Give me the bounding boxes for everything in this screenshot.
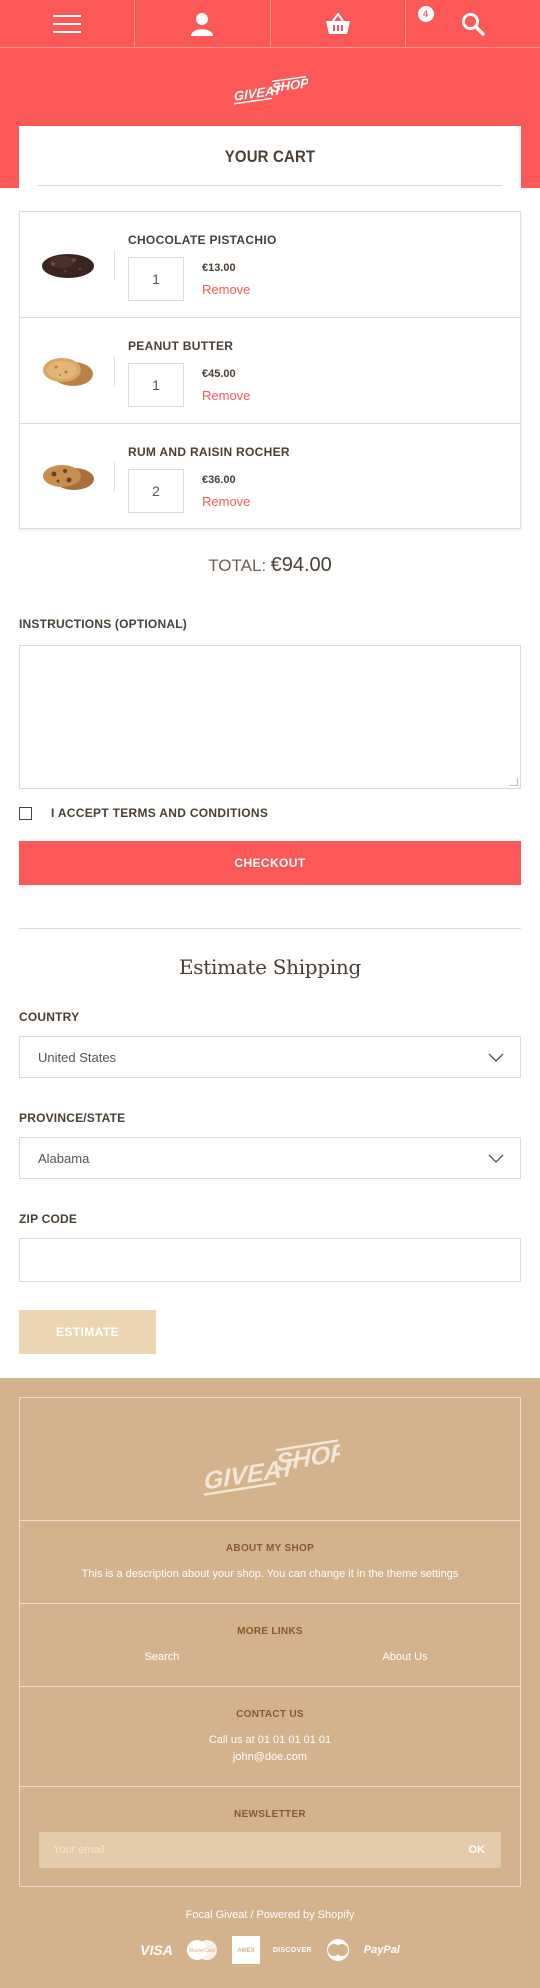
divider bbox=[114, 250, 115, 280]
cart-item: CHOCOLATE PISTACHIO 1 €13.00 Remove bbox=[20, 212, 520, 318]
product-name[interactable]: CHOCOLATE PISTACHIO bbox=[128, 233, 277, 247]
about-section: ABOUT MY SHOP This is a description abou… bbox=[20, 1521, 520, 1604]
contact-phone: Call us at 01 01 01 01 01 bbox=[208, 1734, 332, 1746]
payment-icons: VISA MasterCard AMEX DISCOVER Diners Pay… bbox=[0, 1935, 540, 1965]
about-title: ABOUT MY SHOP bbox=[225, 1543, 315, 1554]
links-title: MORE LINKS bbox=[237, 1626, 303, 1637]
footer-box: GIVEAT SHOP ABOUT MY SHOP This is a desc… bbox=[19, 1397, 521, 1887]
product-image[interactable] bbox=[38, 244, 98, 284]
total-value: €94.00 bbox=[270, 554, 332, 576]
province-label: PROVINCE/STATE bbox=[19, 1111, 126, 1125]
zip-input[interactable] bbox=[19, 1238, 521, 1282]
resize-grip-icon[interactable] bbox=[510, 778, 518, 786]
menu-button[interactable] bbox=[0, 0, 136, 47]
remove-link[interactable]: Remove bbox=[202, 494, 250, 509]
divider bbox=[114, 462, 115, 492]
product-price: €13.00 bbox=[202, 262, 236, 274]
remove-link[interactable]: Remove bbox=[202, 388, 250, 403]
divider bbox=[19, 928, 521, 929]
cart-items: CHOCOLATE PISTACHIO 1 €13.00 Remove PEAN… bbox=[19, 211, 521, 529]
quantity-input[interactable]: 2 bbox=[128, 469, 184, 513]
contact-email[interactable]: john@doe.com bbox=[20, 1751, 520, 1763]
search-icon bbox=[461, 12, 485, 36]
footer: GIVEAT SHOP ABOUT MY SHOP This is a desc… bbox=[0, 1378, 540, 1988]
divider bbox=[114, 356, 115, 386]
search-button[interactable] bbox=[406, 0, 540, 47]
country-label: COUNTRY bbox=[19, 1010, 80, 1024]
diners-icon: Diners bbox=[326, 1939, 349, 1961]
terms-label[interactable]: I ACCEPT TERMS AND CONDITIONS bbox=[51, 806, 268, 820]
total-label: TOTAL: bbox=[208, 556, 267, 575]
product-image[interactable] bbox=[38, 350, 98, 390]
newsletter-email-input[interactable]: Your email OK bbox=[39, 1832, 501, 1868]
contact-section: CONTACT US Call us at 01 01 01 01 01 joh… bbox=[20, 1687, 520, 1787]
product-name[interactable]: RUM AND RAISIN ROCHER bbox=[128, 445, 290, 459]
contact-title: CONTACT US bbox=[236, 1709, 304, 1720]
newsletter-placeholder: Your email bbox=[53, 1844, 105, 1856]
page-title: YOUR CART bbox=[224, 147, 316, 166]
svg-text:AMEX: AMEX bbox=[237, 1948, 254, 1954]
quantity-input[interactable]: 1 bbox=[128, 363, 184, 407]
user-icon bbox=[191, 12, 214, 36]
svg-text:MasterCard: MasterCard bbox=[189, 1948, 215, 1954]
product-image[interactable] bbox=[38, 456, 98, 496]
account-button[interactable] bbox=[135, 0, 271, 47]
instructions-textarea[interactable] bbox=[19, 645, 521, 789]
product-price: €45.00 bbox=[202, 368, 236, 380]
estimate-shipping-title: Estimate Shipping bbox=[179, 955, 361, 979]
instructions-label: INSTRUCTIONS (OPTIONAL) bbox=[19, 617, 187, 631]
terms-checkbox[interactable] bbox=[19, 806, 32, 820]
mastercard-icon: MasterCard bbox=[186, 1940, 217, 1960]
paypal-icon: PayPal bbox=[363, 1944, 400, 1956]
cart-button[interactable]: 4 bbox=[271, 0, 434, 47]
menu-icon bbox=[53, 14, 82, 33]
svg-text:Diners: Diners bbox=[335, 1959, 341, 1961]
chevron-down-icon bbox=[488, 1154, 504, 1163]
remove-link[interactable]: Remove bbox=[202, 282, 250, 297]
cart-total: TOTAL: €94.00 bbox=[0, 554, 540, 577]
footer-link-search[interactable]: Search bbox=[20, 1651, 280, 1663]
newsletter-submit-button[interactable]: OK bbox=[469, 1844, 486, 1856]
country-select[interactable]: United States bbox=[19, 1036, 521, 1078]
product-name[interactable]: PEANUT BUTTER bbox=[128, 339, 233, 353]
cart-item: RUM AND RAISIN ROCHER 2 €36.00 Remove bbox=[20, 424, 520, 530]
terms-row: I ACCEPT TERMS AND CONDITIONS bbox=[19, 806, 268, 820]
powered-by[interactable]: Focal Giveat / Powered by Shopify bbox=[0, 1909, 540, 1921]
province-value: Alabama bbox=[38, 1150, 90, 1166]
estimate-button[interactable]: ESTIMATE bbox=[19, 1310, 156, 1354]
top-nav: 4 bbox=[0, 0, 540, 48]
footer-logo[interactable]: GIVEAT SHOP bbox=[202, 1430, 340, 1500]
cart-header: YOUR CART bbox=[19, 126, 521, 188]
visa-icon: VISA bbox=[140, 1942, 173, 1958]
quantity-input[interactable]: 1 bbox=[128, 257, 184, 301]
product-price: €36.00 bbox=[202, 474, 236, 486]
links-section: MORE LINKS Search About Us bbox=[20, 1604, 520, 1687]
province-select[interactable]: Alabama bbox=[19, 1137, 521, 1179]
shop-logo[interactable]: GIVEAT SHOP bbox=[232, 70, 308, 110]
country-value: United States bbox=[38, 1049, 117, 1065]
newsletter-title: NEWSLETTER bbox=[234, 1809, 306, 1820]
divider bbox=[38, 185, 502, 186]
footer-link-about[interactable]: About Us bbox=[280, 1651, 520, 1663]
discover-icon: DISCOVER bbox=[272, 1946, 312, 1954]
amex-icon: AMEX bbox=[231, 1936, 260, 1964]
checkout-button[interactable]: CHECKOUT bbox=[19, 841, 521, 885]
cart-item: PEANUT BUTTER 1 €45.00 Remove bbox=[20, 318, 520, 424]
about-text: This is a description about your shop. Y… bbox=[81, 1568, 459, 1580]
chevron-down-icon bbox=[488, 1053, 504, 1062]
zip-label: ZIP CODE bbox=[19, 1212, 78, 1226]
basket-icon bbox=[325, 12, 350, 34]
footer-logo-section: GIVEAT SHOP bbox=[20, 1398, 520, 1521]
